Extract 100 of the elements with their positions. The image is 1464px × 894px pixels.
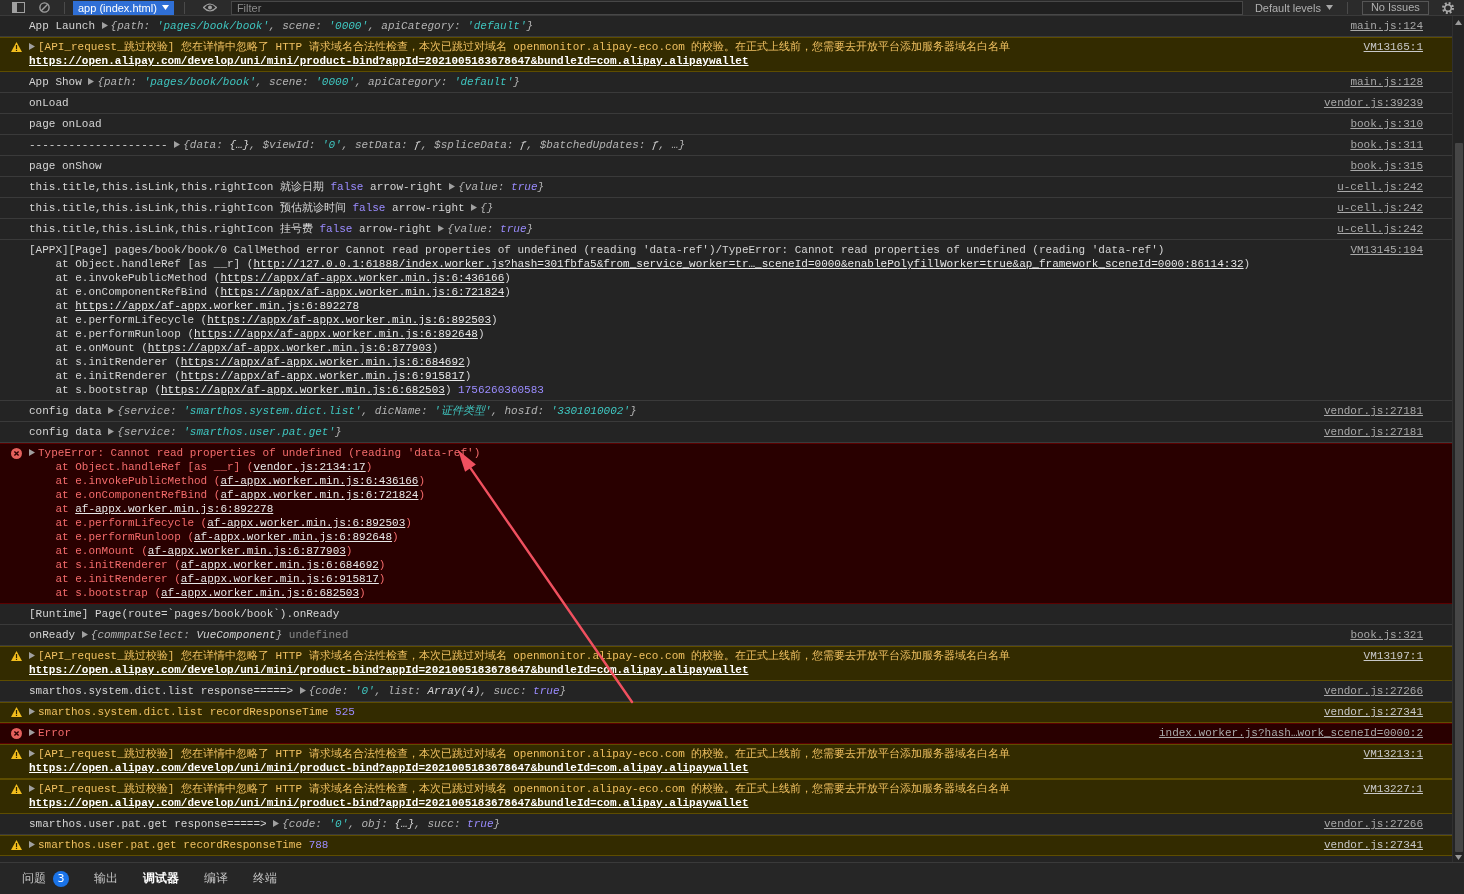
source-link[interactable]: VM13145:194 xyxy=(1350,243,1423,257)
log-text: smarthos.system.dict.list response=====> xyxy=(29,685,294,697)
stack-link[interactable]: af-appx.worker.min.js:6:892503 xyxy=(207,517,406,529)
expand-triangle-icon[interactable] xyxy=(81,631,88,638)
levels-dropdown[interactable]: Default levels xyxy=(1250,0,1337,15)
source-link[interactable]: index.worker.js?hash…work_sceneId=0000:2 xyxy=(1158,726,1423,740)
expand-triangle-icon[interactable] xyxy=(438,225,445,232)
stack-link[interactable]: https://appx/af-appx.worker.min.js:6:892648 xyxy=(194,328,478,340)
source-link[interactable]: book.js:321 xyxy=(1350,628,1423,642)
stack-link[interactable]: af-appx.worker.min.js:6:892648 xyxy=(194,531,393,543)
stack-link[interactable]: https://appx/af-appx.worker.min.js:6:892503 xyxy=(207,314,492,326)
log-text: onReady xyxy=(29,629,76,641)
settings-icon[interactable] xyxy=(1442,1,1454,14)
url-link[interactable]: https://open.alipay.com/develop/uni/mini/product-bind?appId=2021005183678647&bundleId=com.alipay.alipaywallet xyxy=(29,55,749,67)
stack-frame: at e.onMount (https://appx/af-appx.worker.min.js:6:877903) xyxy=(55,341,439,355)
log-text: arrow-right xyxy=(359,223,432,235)
stack-link[interactable]: https://appx/af-appx.worker.min.js:6:436166 xyxy=(220,272,505,284)
stack-link[interactable]: af-appx.worker.min.js:6:892278 xyxy=(75,503,274,515)
expand-triangle-icon[interactable] xyxy=(29,750,35,757)
stack-link[interactable]: af-appx.worker.min.js:6:721824 xyxy=(220,489,419,501)
log-text: smarthos.user.pat.get response=====> xyxy=(29,818,267,830)
object-preview: {} xyxy=(480,202,494,214)
source-link[interactable]: vendor.js:27181 xyxy=(1323,404,1423,418)
context-select[interactable]: app (index.html) xyxy=(73,0,174,15)
expand-triangle-icon[interactable] xyxy=(88,78,95,85)
source-link[interactable]: vendor.js:39239 xyxy=(1323,96,1423,110)
expand-triangle-icon[interactable] xyxy=(29,652,35,659)
source-link[interactable]: VM13197:1 xyxy=(1363,649,1423,663)
source-link[interactable]: vendor.js:27341 xyxy=(1323,705,1423,719)
filter-field[interactable]: Filter xyxy=(230,0,1243,15)
stack-frame: at e.initRenderer (https://appx/af-appx.worker.min.js:6:915817) xyxy=(55,369,472,383)
panel-tab[interactable]: 调试器 xyxy=(132,866,190,891)
up-triangle-icon[interactable] xyxy=(1455,20,1462,25)
source-link[interactable]: vendor.js:27341 xyxy=(1323,838,1423,852)
sidebar-icon[interactable] xyxy=(12,2,25,13)
log-text: [APPX][Page] pages/book/book/0 CallMethod error Cannot read properties of undefined (reading 'data-ref')/TypeError: Cannot read properties of undefined (reading 'data-ref') xyxy=(29,244,1165,256)
stack-link[interactable]: vendor.js:2134:17 xyxy=(253,461,366,473)
object-preview: {data: {…}, $viewId: '0', setData: ƒ, $spliceData: ƒ, $batchedUpdates: ƒ, …} xyxy=(183,139,685,151)
object-preview: {value: true} xyxy=(447,223,534,235)
expand-triangle-icon[interactable] xyxy=(101,22,108,29)
stack-link[interactable]: https://appx/af-appx.worker.min.js:6:915817 xyxy=(180,370,465,382)
object-preview: {value: true} xyxy=(458,181,545,193)
source-link[interactable]: book.js:311 xyxy=(1350,138,1423,152)
expand-triangle-icon[interactable] xyxy=(29,708,35,715)
source-link[interactable]: VM13213:1 xyxy=(1363,747,1423,761)
stack-link[interactable]: https://appx/af-appx.worker.min.js:6:684692 xyxy=(180,356,465,368)
url-link[interactable]: https://open.alipay.com/develop/uni/mini/product-bind?appId=2021005183678647&bundleId=com.alipay.alipaywallet xyxy=(29,797,749,809)
stack-link[interactable]: http://127.0.0.1:61888/index.worker.js?hash=301fbfa5&from_service_worker=tr…_sceneId=0000&enablePolyfillWorker=true&ap_framework_sceneId=0000:86114:32 xyxy=(253,258,1244,270)
stack-frame: at e.performLifecycle (af-appx.worker.min.js:6:892503) xyxy=(55,516,412,530)
stack-frame: at s.initRenderer (https://appx/af-appx.worker.min.js:6:684692) xyxy=(55,355,472,369)
stack-link[interactable]: af-appx.worker.min.js:6:915817 xyxy=(180,573,379,585)
source-link[interactable]: u-cell.js:242 xyxy=(1337,180,1423,194)
source-link[interactable]: VM13227:1 xyxy=(1363,782,1423,796)
issues-button[interactable]: No Issues xyxy=(1361,0,1429,15)
expand-triangle-icon[interactable] xyxy=(29,729,35,736)
object-preview: {code: '0', obj: {…}, succ: true} xyxy=(282,818,501,830)
source-link[interactable]: book.js:315 xyxy=(1350,159,1423,173)
expand-triangle-icon[interactable] xyxy=(29,43,35,50)
url-link[interactable]: https://open.alipay.com/develop/uni/mini/product-bind?appId=2021005183678647&bundleId=com.alipay.alipaywallet xyxy=(29,762,749,774)
log-text: --------------------- xyxy=(29,139,168,151)
expand-triangle-icon[interactable] xyxy=(449,183,456,190)
source-link[interactable]: vendor.js:27181 xyxy=(1323,425,1423,439)
stack-link[interactable]: https://appx/af-appx.worker.min.js:6:892278 xyxy=(75,300,360,312)
warning-icon xyxy=(11,840,22,850)
expand-triangle-icon[interactable] xyxy=(299,687,306,694)
source-link[interactable]: vendor.js:27266 xyxy=(1323,684,1423,698)
eye-icon[interactable] xyxy=(202,3,217,12)
scrollbar[interactable] xyxy=(1452,16,1464,862)
source-link[interactable]: vendor.js:27266 xyxy=(1323,817,1423,831)
panel-tab[interactable]: 终端 xyxy=(242,866,288,891)
expand-triangle-icon[interactable] xyxy=(174,141,181,148)
expand-triangle-icon[interactable] xyxy=(29,449,35,456)
panel-tab[interactable]: 输出 xyxy=(83,866,129,891)
down-triangle-icon[interactable] xyxy=(1455,855,1462,860)
source-link[interactable]: VM13165:1 xyxy=(1363,40,1423,54)
expand-triangle-icon[interactable] xyxy=(273,820,280,827)
stack-link[interactable]: https://appx/af-appx.worker.min.js:6:682503 xyxy=(161,384,445,396)
stack-link[interactable]: https://appx/af-appx.worker.min.js:6:877903 xyxy=(147,342,432,354)
panel-tab[interactable]: 编译 xyxy=(193,866,239,891)
expand-triangle-icon[interactable] xyxy=(471,204,478,211)
stack-link[interactable]: af-appx.worker.min.js:6:682503 xyxy=(161,587,360,599)
panel-tab[interactable]: 问题 3 xyxy=(11,866,80,891)
stack-link[interactable]: af-appx.worker.min.js:6:436166 xyxy=(220,475,419,487)
expand-triangle-icon[interactable] xyxy=(108,407,115,414)
source-link[interactable]: u-cell.js:242 xyxy=(1337,222,1423,236)
expand-triangle-icon[interactable] xyxy=(29,841,35,848)
source-link[interactable]: main.js:124 xyxy=(1350,19,1423,33)
source-link[interactable]: u-cell.js:242 xyxy=(1337,201,1423,215)
scrollbar-thumb[interactable] xyxy=(1454,143,1463,852)
stack-frame: at Object.handleRef [as __r] (vendor.js:2134:17) xyxy=(55,460,373,474)
prohibited-icon[interactable] xyxy=(39,2,50,13)
stack-link[interactable]: https://appx/af-appx.worker.min.js:6:721824 xyxy=(220,286,505,298)
stack-link[interactable]: af-appx.worker.min.js:6:877903 xyxy=(147,545,346,557)
source-link[interactable]: main.js:128 xyxy=(1350,75,1423,89)
stack-link[interactable]: af-appx.worker.min.js:6:684692 xyxy=(180,559,379,571)
expand-triangle-icon[interactable] xyxy=(108,428,115,435)
undefined-value: undefined xyxy=(288,629,349,641)
source-link[interactable]: book.js:310 xyxy=(1350,117,1423,131)
caret-icon xyxy=(1325,5,1333,10)
expand-triangle-icon[interactable] xyxy=(29,785,35,792)
